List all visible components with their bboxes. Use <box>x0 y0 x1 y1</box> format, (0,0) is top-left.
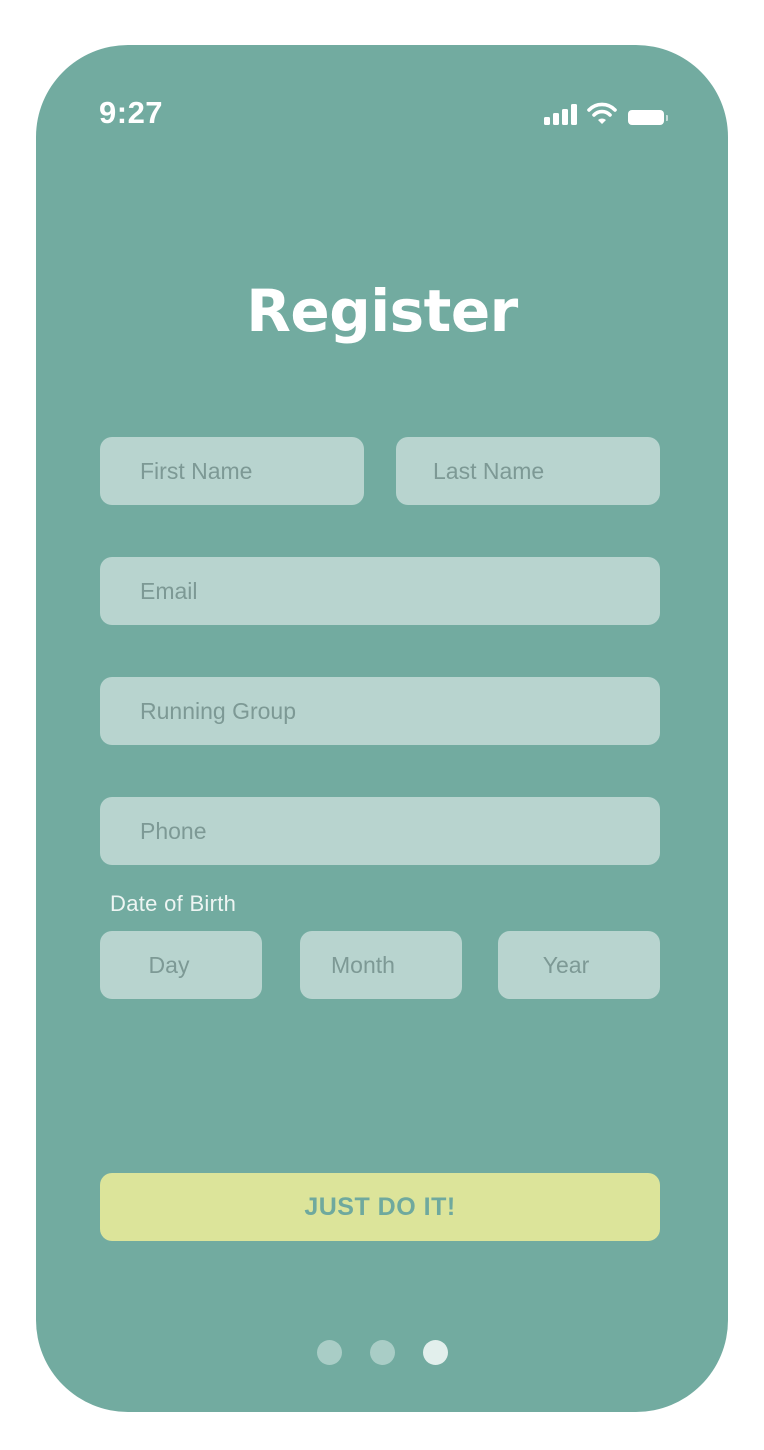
page-title: Register <box>246 277 518 345</box>
first-name-input[interactable] <box>100 437 364 505</box>
email-input[interactable] <box>100 557 660 625</box>
status-icons <box>544 101 668 125</box>
page-dot-3-active[interactable] <box>422 1340 448 1365</box>
dob-month-input[interactable] <box>300 931 462 999</box>
cellular-signal-icon <box>544 104 577 125</box>
battery-level <box>628 110 664 125</box>
page-dot-2[interactable] <box>369 1340 395 1365</box>
page-indicator <box>36 1340 728 1365</box>
page-dot-1[interactable] <box>316 1340 342 1365</box>
dob-day-input[interactable] <box>100 931 262 999</box>
battery-icon <box>628 110 668 125</box>
date-of-birth-label: Date of Birth <box>110 891 237 916</box>
dob-year-input[interactable] <box>498 931 660 999</box>
last-name-input[interactable] <box>396 437 660 505</box>
register-submit-button[interactable]: JUST DO IT! <box>100 1173 660 1241</box>
running-group-input[interactable] <box>100 677 660 745</box>
battery-cap <box>666 114 668 121</box>
status-time: 9:27 <box>99 95 164 130</box>
phone-input[interactable] <box>100 797 660 865</box>
phone-screen: 9:27 Register Date of Birth JUST DO IT! <box>36 45 728 1412</box>
wifi-icon <box>587 102 617 124</box>
